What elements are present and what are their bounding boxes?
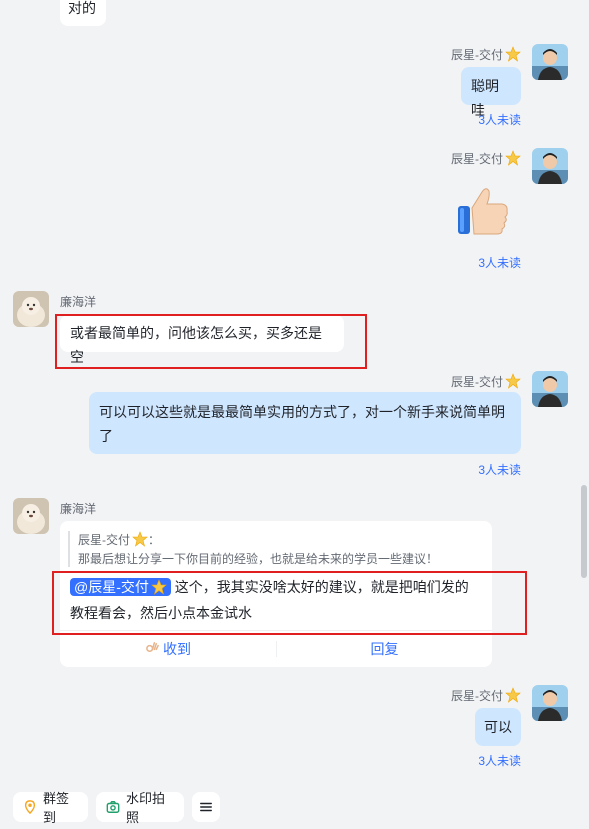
- star-badge-icon: [505, 150, 521, 166]
- group-checkin-button[interactable]: 群签到: [13, 791, 88, 825]
- message-text: 可以: [484, 719, 512, 735]
- highlight-box: [52, 571, 527, 635]
- received-button[interactable]: 收到: [60, 631, 276, 667]
- sender-name: 辰星-交付: [451, 150, 521, 167]
- unread-count[interactable]: 3人未读: [478, 752, 521, 769]
- more-menu-button[interactable]: [192, 792, 220, 822]
- quote-text: 那最后想让分享一下你目前的经验，也就是给未来的学员一些建议！: [78, 552, 439, 566]
- quote-sender: 辰星-交付：: [78, 531, 161, 547]
- message-bubble[interactable]: 对的: [60, 0, 106, 26]
- star-badge-icon: [505, 373, 521, 389]
- avatar[interactable]: [532, 148, 568, 184]
- watermark-photo-button[interactable]: 水印拍照: [96, 791, 184, 825]
- avatar[interactable]: [532, 44, 568, 80]
- message-text-line: 可以可以这些就是最最简单实用的方式了，对一个新手来说简单明: [99, 404, 505, 420]
- reply-button[interactable]: 回复: [277, 631, 492, 667]
- unread-count[interactable]: 3人未读: [478, 461, 521, 478]
- sender-name: 辰星-交付: [451, 46, 521, 63]
- reply-label: 回复: [370, 641, 399, 657]
- ok-hand-icon: [145, 640, 160, 658]
- sender-name: 辰星-交付: [451, 373, 521, 390]
- star-badge-icon: [505, 46, 521, 62]
- star-badge-icon: [505, 687, 521, 703]
- message-text-line: 了: [99, 428, 113, 444]
- avatar[interactable]: [13, 498, 49, 534]
- menu-icon: [199, 800, 213, 814]
- highlight-box: [55, 314, 367, 369]
- location-pin-icon: [23, 800, 37, 814]
- avatar[interactable]: [532, 685, 568, 721]
- camera-icon: [106, 800, 120, 814]
- sender-name: 廉海洋: [60, 502, 97, 516]
- sender-name: 廉海洋: [60, 295, 97, 309]
- unread-count[interactable]: 3人未读: [478, 111, 521, 128]
- star-badge-icon: [132, 531, 148, 547]
- watermark-photo-label: 水印拍照: [126, 791, 166, 825]
- avatar[interactable]: [532, 371, 568, 407]
- thumbs-up-sticker-icon[interactable]: [456, 184, 512, 238]
- message-bubble[interactable]: 可以: [475, 708, 521, 746]
- message-bubble[interactable]: 聪明哇: [461, 67, 521, 118]
- received-label: 收到: [163, 641, 191, 657]
- scrollbar-thumb[interactable]: [581, 485, 587, 578]
- message-text: 对的: [68, 0, 96, 16]
- unread-count[interactable]: 3人未读: [478, 254, 521, 271]
- avatar[interactable]: [13, 291, 49, 327]
- message-bubble[interactable]: 可以可以这些就是最最简单实用的方式了，对一个新手来说简单明 了: [89, 392, 521, 454]
- quote-bar: [68, 531, 70, 567]
- group-checkin-label: 群签到: [43, 791, 70, 825]
- sender-name: 辰星-交付: [451, 687, 521, 704]
